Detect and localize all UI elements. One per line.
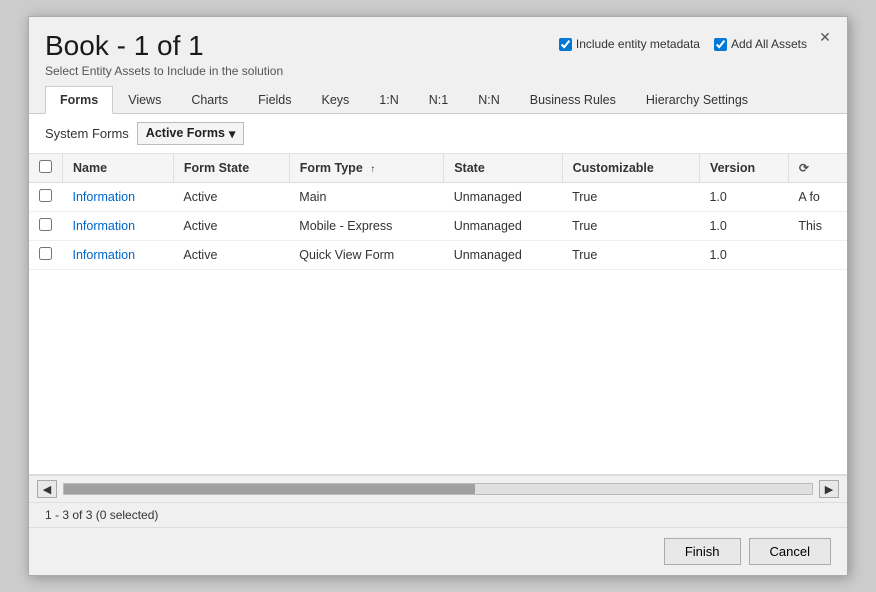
active-forms-dropdown[interactable]: Active Forms ▾ <box>137 122 244 145</box>
scroll-right-button[interactable]: ▶ <box>819 480 839 498</box>
row2-check[interactable] <box>29 211 63 240</box>
status-text: 1 - 3 of 3 (0 selected) <box>45 508 158 522</box>
forms-table: Name Form State Form Type ↑ State Custom… <box>29 154 847 270</box>
add-all-assets-checkbox[interactable] <box>714 38 727 51</box>
row2-extra: This <box>788 211 847 240</box>
dialog-subtitle: Select Entity Assets to Include in the s… <box>45 64 831 78</box>
row1-extra: A fo <box>788 182 847 211</box>
header-state[interactable]: State <box>444 154 562 183</box>
row3-version: 1.0 <box>699 240 788 269</box>
dropdown-arrow-icon: ▾ <box>229 126 235 141</box>
row3-customizable: True <box>562 240 699 269</box>
row1-check[interactable] <box>29 182 63 211</box>
header-name[interactable]: Name <box>63 154 174 183</box>
header-refresh[interactable]: ⟳ <box>788 154 847 183</box>
tab-nn[interactable]: N:N <box>463 86 515 113</box>
select-all-checkbox[interactable] <box>39 160 52 173</box>
row1-form-state: Active <box>173 182 289 211</box>
row3-extra <box>788 240 847 269</box>
header-form-type[interactable]: Form Type ↑ <box>289 154 443 183</box>
row2-version: 1.0 <box>699 211 788 240</box>
table-wrapper: Name Form State Form Type ↑ State Custom… <box>29 154 847 475</box>
header-right: Include entity metadata Add All Assets <box>559 37 807 51</box>
row1-version: 1.0 <box>699 182 788 211</box>
row2-name: Information <box>63 211 174 240</box>
active-forms-label: Active Forms <box>146 126 225 140</box>
footer: Finish Cancel <box>29 527 847 575</box>
row1-name-link[interactable]: Information <box>73 190 136 204</box>
header-form-state[interactable]: Form State <box>173 154 289 183</box>
close-button[interactable]: ✕ <box>815 27 835 47</box>
tab-fields[interactable]: Fields <box>243 86 306 113</box>
scroll-left-button[interactable]: ◀ <box>37 480 57 498</box>
row3-name: Information <box>63 240 174 269</box>
sub-header: System Forms Active Forms ▾ <box>29 114 847 154</box>
tab-views[interactable]: Views <box>113 86 176 113</box>
table-header-row: Name Form State Form Type ↑ State Custom… <box>29 154 847 183</box>
scrollbar-track[interactable] <box>63 483 813 495</box>
tab-business-rules[interactable]: Business Rules <box>515 86 631 113</box>
row3-form-state: Active <box>173 240 289 269</box>
tab-n1[interactable]: N:1 <box>414 86 463 113</box>
row3-name-link[interactable]: Information <box>73 248 136 262</box>
cancel-button[interactable]: Cancel <box>749 538 831 565</box>
table-body: Information Active Main Unmanaged True 1… <box>29 182 847 269</box>
tab-1n[interactable]: 1:N <box>364 86 413 113</box>
row3-check[interactable] <box>29 240 63 269</box>
tab-keys[interactable]: Keys <box>307 86 365 113</box>
row2-customizable: True <box>562 211 699 240</box>
row1-customizable: True <box>562 182 699 211</box>
scrollbar-thumb <box>64 484 475 494</box>
row3-state: Unmanaged <box>444 240 562 269</box>
table-row: Information Active Quick View Form Unman… <box>29 240 847 269</box>
row2-form-type: Mobile - Express <box>289 211 443 240</box>
dialog: ✕ Book - 1 of 1 Select Entity Assets to … <box>28 16 848 576</box>
tab-forms[interactable]: Forms <box>45 86 113 114</box>
table-row: Information Active Mobile - Express Unma… <box>29 211 847 240</box>
include-metadata-checkbox[interactable] <box>559 38 572 51</box>
row2-form-state: Active <box>173 211 289 240</box>
table-row: Information Active Main Unmanaged True 1… <box>29 182 847 211</box>
row1-state: Unmanaged <box>444 182 562 211</box>
row2-name-link[interactable]: Information <box>73 219 136 233</box>
system-forms-label: System Forms <box>45 126 129 141</box>
row2-state: Unmanaged <box>444 211 562 240</box>
tabs-bar: Forms Views Charts Fields Keys 1:N N:1 N… <box>29 86 847 114</box>
tab-hierarchy-settings[interactable]: Hierarchy Settings <box>631 86 763 113</box>
include-metadata-label[interactable]: Include entity metadata <box>559 37 700 51</box>
content-area: System Forms Active Forms ▾ Name Form St… <box>29 114 847 527</box>
header-version[interactable]: Version <box>699 154 788 183</box>
row3-form-type: Quick View Form <box>289 240 443 269</box>
tab-charts[interactable]: Charts <box>176 86 243 113</box>
row1-name: Information <box>63 182 174 211</box>
add-all-assets-label[interactable]: Add All Assets <box>714 37 807 51</box>
status-bar: 1 - 3 of 3 (0 selected) <box>29 502 847 527</box>
title-bar: ✕ Book - 1 of 1 Select Entity Assets to … <box>29 17 847 86</box>
refresh-icon: ⟳ <box>799 161 809 175</box>
finish-button[interactable]: Finish <box>664 538 741 565</box>
scrollbar-row: ◀ ▶ <box>29 475 847 502</box>
header-customizable[interactable]: Customizable <box>562 154 699 183</box>
header-check[interactable] <box>29 154 63 183</box>
sort-asc-icon: ↑ <box>370 164 375 175</box>
row1-form-type: Main <box>289 182 443 211</box>
